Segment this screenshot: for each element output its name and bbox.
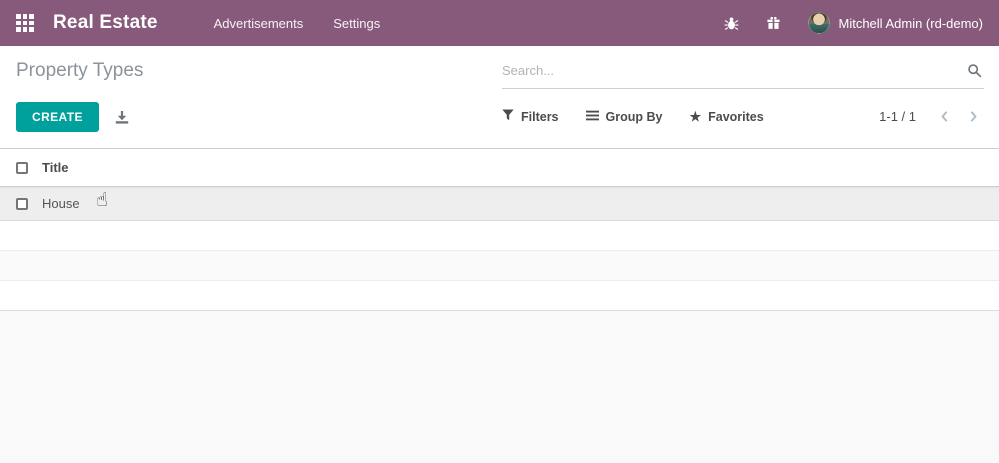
pager: 1-1 / 1 [879,108,984,125]
odoo-app-window: Real Estate Advertisements Settings Mitc… [0,0,999,463]
filter-funnel-icon [502,109,514,124]
navbar-systray: Mitchell Admin (rd-demo) [723,12,984,34]
group-by-button[interactable]: Group By [585,109,663,125]
pager-value[interactable]: 1-1 / 1 [879,109,916,124]
menu-settings[interactable]: Settings [333,16,380,31]
search-options: Filters Group By ★ Favorites [502,109,764,125]
download-icon[interactable] [114,109,130,125]
table-row[interactable]: House ☝ [0,187,999,221]
favorites-button[interactable]: ★ Favorites [689,109,763,125]
chevron-left-icon[interactable] [936,108,953,125]
user-name-label: Mitchell Admin (rd-demo) [838,15,984,31]
search-input[interactable] [502,62,965,78]
page-title: Property Types [16,60,144,81]
create-button[interactable]: CREATE [16,101,99,132]
action-buttons: CREATE [16,101,498,132]
top-navbar: Real Estate Advertisements Settings Mitc… [0,0,999,46]
select-all-checkbox[interactable] [16,161,28,174]
group-by-label: Group By [605,109,663,124]
user-menu[interactable]: Mitchell Admin (rd-demo) [807,12,984,34]
row-checkbox[interactable] [16,197,28,210]
app-name[interactable]: Real Estate [53,12,158,34]
list-view: Title House ☝ [0,148,999,463]
hand-pointer-cursor: ☝ [96,189,108,211]
empty-row [0,251,999,281]
row-title-cell: House [42,196,80,211]
filters-button[interactable]: Filters [502,109,559,125]
control-panel: Property Types CREATE [0,46,999,132]
debug-bug-icon[interactable] [723,16,739,31]
user-avatar [807,12,830,34]
filters-label: Filters [521,109,559,124]
search-bar [502,59,984,89]
navbar-menu: Advertisements Settings [214,16,381,31]
list-header-row: Title [0,148,999,187]
empty-row [0,221,999,251]
empty-row [0,281,999,311]
chevron-right-icon[interactable] [965,108,982,125]
view-control-bar: Filters Group By ★ Favorites 1-1 / 1 [502,102,984,131]
page-background [0,311,999,463]
column-header-title[interactable]: Title [42,160,69,175]
gift-icon[interactable] [766,16,781,31]
star-icon: ★ [689,109,702,124]
menu-advertisements[interactable]: Advertisements [214,16,304,31]
magnifier-icon[interactable] [965,63,984,78]
group-lines-icon [585,109,599,125]
favorites-label: Favorites [708,109,764,124]
apps-menu-icon[interactable] [16,14,34,32]
